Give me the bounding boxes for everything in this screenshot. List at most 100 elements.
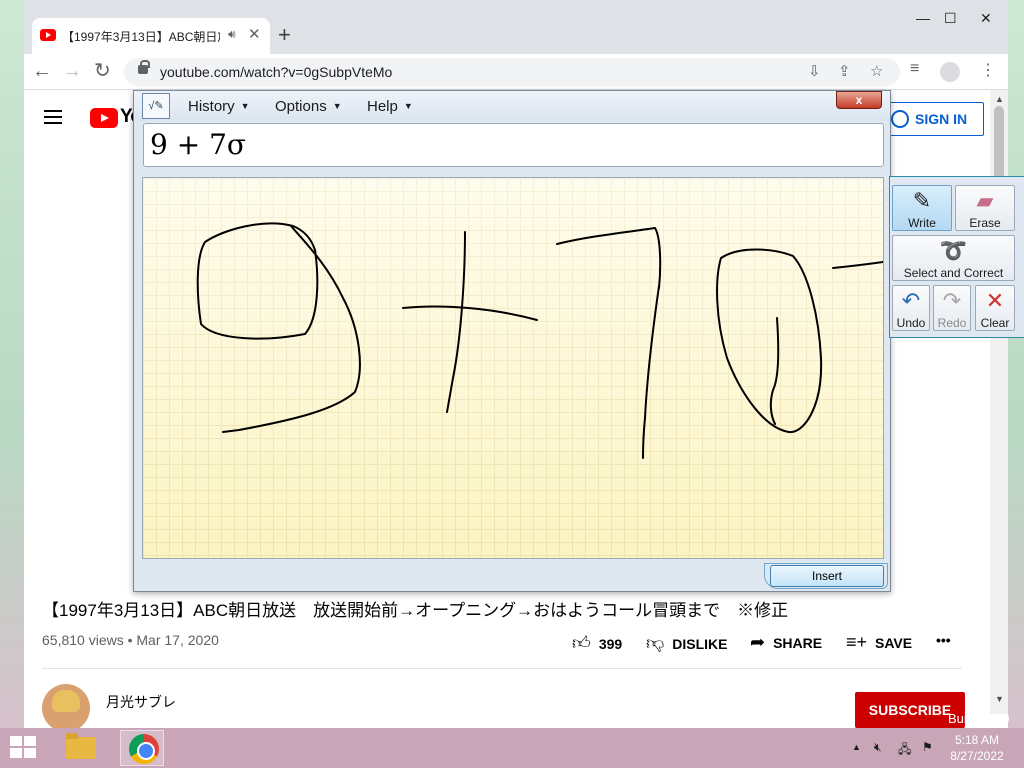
tab-strip: 【1997年3月13日】ABC朝日放 🔊︎ ✕ + — ☐ ✕: [24, 0, 1008, 54]
reload-icon[interactable]: ↻: [94, 59, 111, 83]
math-tools-panel: ✎ Write ▰ Erase ➰ Select and Correct ↶ U…: [889, 176, 1024, 338]
forward-arrow-icon[interactable]: →: [62, 59, 82, 83]
chevron-down-icon: ▼: [403, 101, 413, 111]
back-arrow-icon[interactable]: ←: [32, 59, 52, 83]
youtube-favicon-icon: [40, 29, 56, 41]
menu-help[interactable]: Help ▼: [367, 98, 413, 115]
install-icon[interactable]: ⇩: [808, 62, 821, 80]
scroll-up-arrow-icon[interactable]: ▲: [995, 94, 1004, 104]
share-page-icon[interactable]: ⇪: [838, 62, 851, 80]
action-center-icon[interactable]: ⚑: [922, 740, 933, 754]
write-tool-label: Write: [908, 216, 936, 230]
thumbs-down-icon: 👎︎: [646, 633, 665, 653]
write-tool-button[interactable]: ✎ Write: [892, 185, 952, 231]
handwriting-ink: [196, 222, 883, 459]
browser-tab-active[interactable]: 【1997年3月13日】ABC朝日放 🔊︎ ✕: [32, 18, 270, 54]
save-label: SAVE: [875, 635, 913, 651]
profile-avatar-icon[interactable]: [940, 62, 960, 82]
sign-in-label: SIGN IN: [915, 111, 968, 127]
erase-tool-button[interactable]: ▰ Erase: [955, 185, 1015, 231]
math-input-panel: √✎ History ▼ Options ▼ Help ▼ x 9 + 7σ Inse…: [133, 90, 891, 592]
menu-options[interactable]: Options ▼: [275, 98, 342, 115]
clear-button[interactable]: ✕ Clear: [975, 285, 1015, 331]
ink-stroke-sigma-inner: [769, 317, 780, 425]
volume-muted-icon[interactable]: 🔇︎: [874, 740, 882, 755]
dislike-button[interactable]: 👎︎ DISLIKE: [646, 632, 728, 654]
new-tab-button[interactable]: +: [278, 22, 291, 48]
chevron-down-icon: ▼: [240, 101, 250, 111]
undo-icon: ↶: [901, 288, 921, 313]
taskbar: ▲ 🔇︎ 🖧 ⚑ 5:18 AM 8/27/2022: [0, 728, 1024, 768]
scroll-down-arrow-icon[interactable]: ▼: [995, 694, 1004, 704]
menu-help-label: Help: [367, 98, 398, 115]
channel-name[interactable]: 月光サブレ: [106, 692, 176, 712]
redo-button[interactable]: ↷ Redo: [933, 285, 971, 331]
clock-time: 5:18 AM: [954, 733, 1000, 747]
media-control-icon[interactable]: ≡: [910, 60, 919, 78]
menu-history-label: History: [188, 98, 235, 115]
menu-bar: √✎ History ▼ Options ▼ Help ▼ x: [134, 91, 890, 121]
minimize-button[interactable]: —: [916, 10, 930, 26]
close-panel-button[interactable]: x: [836, 91, 882, 109]
like-button[interactable]: 👍︎ 399: [572, 632, 622, 654]
dislike-label: DISLIKE: [672, 636, 728, 652]
taskbar-file-explorer[interactable]: [58, 730, 102, 766]
share-button[interactable]: ➦ SHARE: [750, 632, 822, 653]
ink-stroke-sigma-loop: [716, 248, 823, 434]
save-button[interactable]: ≡+ SAVE: [846, 632, 912, 653]
handwriting-canvas[interactable]: [142, 177, 884, 559]
browser-menu-icon[interactable]: ⋮: [980, 60, 996, 80]
erase-tool-label: Erase: [969, 216, 1001, 230]
taskbar-clock[interactable]: 5:18 AM 8/27/2022: [946, 732, 1008, 764]
folder-icon: [66, 733, 96, 759]
close-window-button[interactable]: ✕: [980, 10, 992, 27]
taskbar-chrome[interactable]: [120, 730, 164, 766]
ink-stroke-plus-horizontal: [402, 305, 538, 321]
browser-toolbar: ← → ↻ youtube.com/watch?v=0gSubpVteMo ⇩ …: [24, 54, 1008, 90]
address-bar[interactable]: youtube.com/watch?v=0gSubpVteMo ⇩ ⇪ ☆: [124, 58, 900, 86]
video-title: 【1997年3月13日】ABC朝日放送 放送開始前→オープニング→おはようコール…: [42, 601, 789, 620]
close-tab-icon[interactable]: ✕: [248, 25, 261, 43]
insert-button[interactable]: Insert: [770, 565, 884, 587]
clock-date: 8/27/2022: [950, 749, 1004, 763]
share-arrow-icon: ➦: [750, 632, 766, 652]
lock-icon[interactable]: [138, 60, 150, 74]
like-count: 399: [598, 636, 623, 652]
more-actions-button[interactable]: •••: [936, 632, 951, 648]
redo-label: Redo: [937, 316, 967, 330]
clear-label: Clear: [980, 316, 1010, 330]
network-icon[interactable]: 🖧: [898, 740, 911, 761]
playlist-add-icon: ≡+: [846, 632, 868, 652]
share-label: SHARE: [773, 635, 823, 651]
windows-start-icon[interactable]: [10, 736, 38, 760]
undo-button[interactable]: ↶ Undo: [892, 285, 930, 331]
tray-overflow-arrow-icon[interactable]: ▲: [852, 742, 861, 752]
ink-stroke-9-tail: [222, 225, 361, 433]
recognized-expression: 9 + 7σ: [150, 128, 247, 161]
clear-x-icon: ✕: [985, 288, 1005, 313]
undo-label: Undo: [896, 316, 926, 330]
maximize-button[interactable]: ☐: [944, 10, 957, 27]
channel-avatar[interactable]: [42, 684, 90, 732]
ink-stroke-7-stem: [642, 285, 660, 459]
math-input-app-icon: √✎: [142, 93, 170, 119]
sign-in-button[interactable]: SIGN IN: [882, 102, 984, 136]
youtube-logo-icon[interactable]: [90, 108, 118, 128]
select-correct-tool-button[interactable]: ➰ Select and Correct: [892, 235, 1015, 281]
view-count-date: 65,810 views • Mar 17, 2020: [42, 632, 219, 648]
tab-title: 【1997年3月13日】ABC朝日放: [62, 30, 220, 44]
chevron-down-icon: ▼: [332, 101, 342, 111]
thumbs-up-icon: 👍︎: [572, 633, 591, 653]
hamburger-menu-icon[interactable]: [44, 110, 62, 112]
ink-stroke-sigma-top: [832, 261, 883, 269]
divider: [42, 668, 962, 669]
menu-history[interactable]: History ▼: [188, 98, 250, 115]
pen-icon: ✎: [912, 188, 932, 213]
windows-build-watermark: Build 9600: [948, 711, 1010, 726]
select-correct-tool-label: Select and Correct: [903, 266, 1004, 280]
url-text[interactable]: youtube.com/watch?v=0gSubpVteMo: [160, 64, 392, 80]
chrome-icon: [129, 734, 159, 764]
ink-stroke-7-top: [556, 227, 662, 289]
bookmark-star-icon[interactable]: ☆: [870, 62, 883, 80]
speaker-icon[interactable]: 🔊︎: [228, 27, 236, 42]
